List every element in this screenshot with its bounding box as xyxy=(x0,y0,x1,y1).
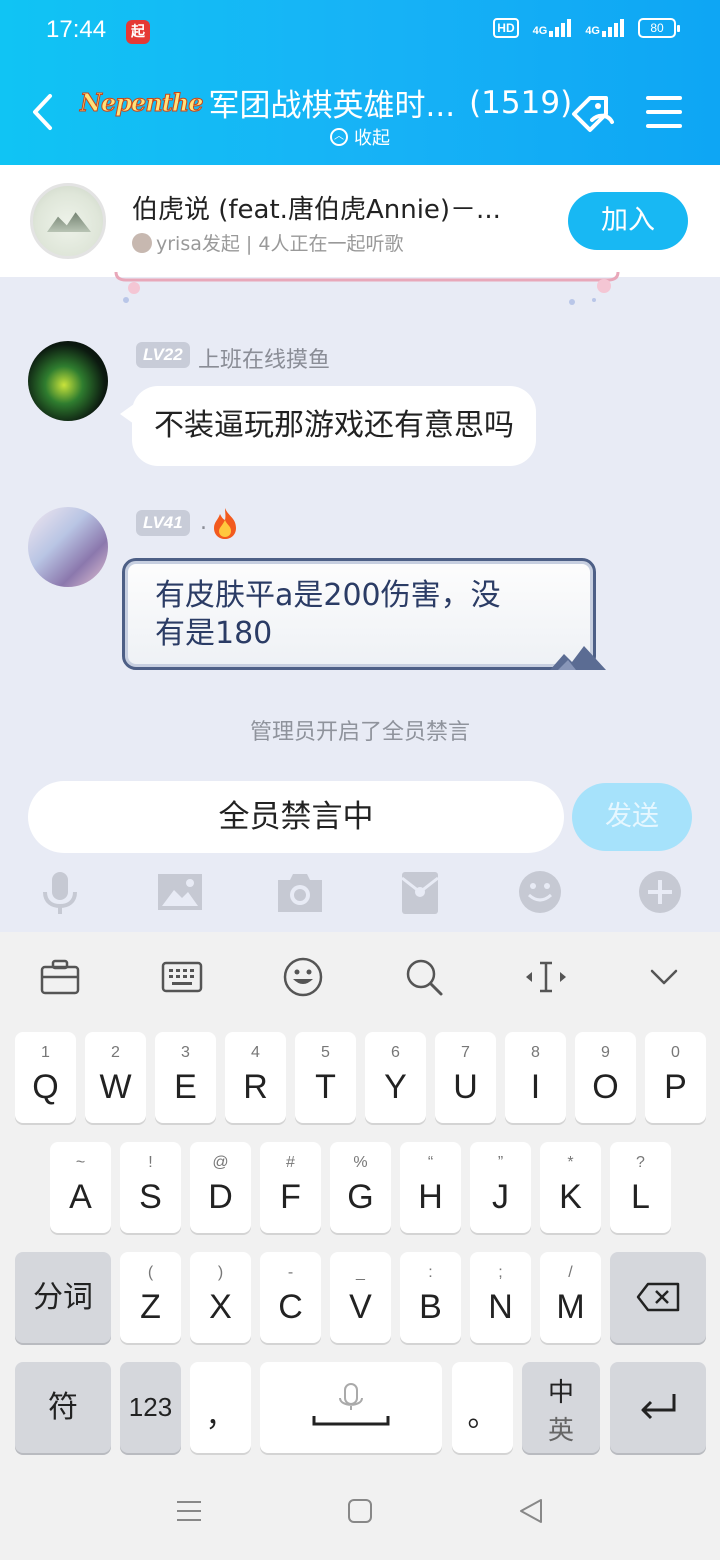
mic-icon[interactable] xyxy=(36,868,84,916)
signal-icon xyxy=(602,19,624,37)
sender-nickname[interactable]: 上班在线摸鱼 xyxy=(198,342,330,374)
key-a[interactable]: ~ A xyxy=(50,1142,111,1233)
collapse-button[interactable]: ︿ 收起 xyxy=(330,124,390,150)
key-l[interactable]: ? L xyxy=(610,1142,671,1233)
period-key[interactable]: 。 xyxy=(452,1362,513,1453)
key-m[interactable]: / M xyxy=(540,1252,601,1343)
key-t[interactable]: 5T xyxy=(295,1032,356,1123)
status-time: 17:44 xyxy=(46,16,107,43)
emoji-icon[interactable] xyxy=(516,868,564,916)
key-z[interactable]: (Z xyxy=(120,1252,181,1343)
app-notification-icon: 起 xyxy=(126,20,150,44)
segment-key[interactable]: 分词 xyxy=(15,1252,111,1343)
key-r[interactable]: 4R xyxy=(225,1032,286,1123)
message-input[interactable]: 全员禁言中 xyxy=(28,781,564,853)
key-b[interactable]: :B xyxy=(400,1252,461,1343)
key-y[interactable]: 6Y xyxy=(365,1032,426,1123)
chevron-up-icon: ︿ xyxy=(330,128,348,146)
cursor-icon[interactable] xyxy=(524,955,568,999)
search-icon[interactable] xyxy=(402,955,446,999)
soft-keyboard xyxy=(0,932,720,1560)
menu-icon[interactable] xyxy=(646,96,682,130)
red-packet-icon[interactable] xyxy=(396,868,444,916)
key-c[interactable]: -C xyxy=(260,1252,321,1343)
camera-icon[interactable] xyxy=(276,868,324,916)
key-n[interactable]: ; N xyxy=(470,1252,531,1343)
emoji-icon[interactable] xyxy=(281,955,325,999)
group-name: 军团战棋英雄时... xyxy=(208,88,456,124)
group-title[interactable]: Nepenthe 军团战棋英雄时... (1519) xyxy=(80,80,573,125)
key-e[interactable]: 3E xyxy=(155,1032,216,1123)
signal-icon xyxy=(549,19,572,37)
backspace-icon xyxy=(636,1282,680,1312)
key-x[interactable]: ) X xyxy=(190,1252,251,1343)
key-w[interactable]: 2W xyxy=(85,1032,146,1123)
key-s[interactable]: ! S xyxy=(120,1142,181,1233)
status-bar: 17:44 起 HD 4G 4G 80 xyxy=(0,0,720,64)
network-4g-1: 4G xyxy=(533,19,572,37)
key-i[interactable]: 8I xyxy=(505,1032,566,1123)
plus-icon[interactable] xyxy=(636,868,684,916)
language-switch-key[interactable]: 中 英 xyxy=(522,1362,600,1453)
enter-key[interactable] xyxy=(610,1362,706,1453)
key-f[interactable]: # F xyxy=(260,1142,321,1233)
message-line: 有皮肤平a是200伤害，没 xyxy=(155,578,501,613)
key-j[interactable]: ” J xyxy=(470,1142,531,1233)
song-cover xyxy=(30,183,106,259)
symbols-key[interactable]: 符 xyxy=(15,1362,111,1453)
collapse-keyboard-icon[interactable] xyxy=(642,955,686,999)
home-icon[interactable] xyxy=(345,1496,375,1526)
level-badge: LV22 xyxy=(136,342,190,368)
backspace-key[interactable] xyxy=(610,1252,706,1343)
message-bubble[interactable]: 有皮肤平a是200伤害，没 有是180 xyxy=(122,558,596,670)
message-line: 有是180 xyxy=(155,616,273,651)
message-bubble[interactable]: 不装逼玩那游戏还有意思吗 xyxy=(120,386,536,466)
decorative-frame xyxy=(114,271,620,305)
back-icon[interactable] xyxy=(516,1496,546,1526)
collapse-label: 收起 xyxy=(354,128,390,149)
share-link-icon[interactable] xyxy=(568,92,618,136)
hd-icon: HD xyxy=(493,18,519,38)
key-h[interactable]: “H xyxy=(400,1142,461,1233)
key-u[interactable]: 7U xyxy=(435,1032,496,1123)
song-meta: yrisa发起 | 4人正在一起听歌 xyxy=(132,229,403,256)
recent-apps-icon[interactable] xyxy=(174,1496,204,1526)
system-notice: 管理员开启了全员禁言 xyxy=(249,720,470,745)
join-button[interactable]: 加入 xyxy=(568,192,688,250)
key-g[interactable]: % G xyxy=(330,1142,391,1233)
sender-nickname[interactable]: . xyxy=(200,510,207,535)
key-d[interactable]: @ D xyxy=(190,1142,251,1233)
mountain-decoration xyxy=(550,646,606,670)
toolbox-icon[interactable] xyxy=(38,955,82,999)
key-k[interactable]: * K xyxy=(540,1142,601,1233)
lang-english: 英 xyxy=(547,1416,574,1446)
status-icons: HD 4G 4G 80 xyxy=(493,18,680,38)
level-badge: LV41 xyxy=(136,510,190,536)
key-p[interactable]: 0P xyxy=(645,1032,706,1123)
avatar[interactable] xyxy=(28,507,108,587)
lang-chinese: 中 xyxy=(547,1378,574,1408)
space-key[interactable] xyxy=(260,1362,442,1453)
chat-header: 17:44 起 HD 4G 4G 80 Nepenthe 军团战棋英雄时... … xyxy=(0,0,720,165)
send-button[interactable]: 发送 xyxy=(572,783,692,851)
song-title: 伯虎说 (feat.唐伯虎Annie)－... xyxy=(132,195,501,225)
comma-key[interactable]: ， xyxy=(190,1362,251,1453)
space-mic-icon xyxy=(312,1383,390,1426)
fire-badge-icon xyxy=(214,508,236,539)
battery-icon: 80 xyxy=(638,18,680,38)
network-4g-2: 4G xyxy=(585,19,624,37)
group-brand-logo: Nepenthe xyxy=(80,88,205,118)
key-v[interactable]: _ V xyxy=(330,1252,391,1343)
image-icon[interactable] xyxy=(156,868,204,916)
key-q[interactable]: 1Q xyxy=(15,1032,76,1123)
host-avatar xyxy=(132,232,152,253)
keyboard-icon[interactable] xyxy=(160,955,204,999)
enter-icon xyxy=(641,1394,676,1420)
numbers-key[interactable]: 123 xyxy=(120,1362,181,1453)
member-count: (1519) xyxy=(469,84,573,121)
key-o[interactable]: 9O xyxy=(575,1032,636,1123)
back-arrow-icon[interactable] xyxy=(30,92,56,132)
avatar[interactable] xyxy=(28,341,108,421)
